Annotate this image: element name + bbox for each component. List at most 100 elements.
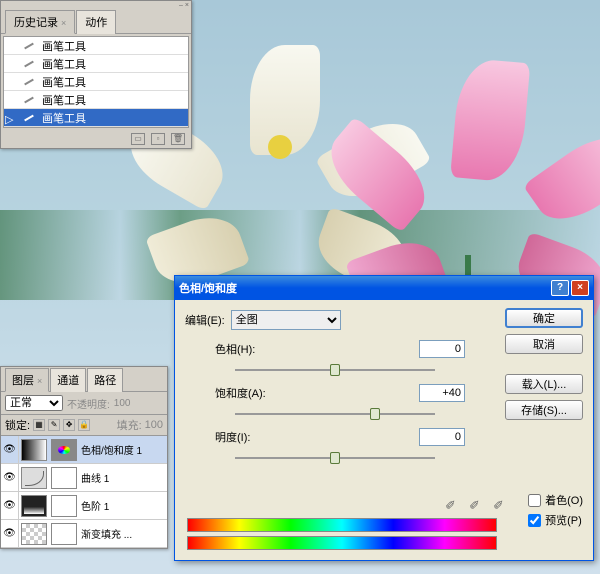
layer-name: 曲线 1 — [79, 470, 109, 485]
lock-brush-icon[interactable]: ✎ — [48, 419, 60, 431]
colorize-label: 着色(O) — [545, 492, 583, 508]
edit-select[interactable]: 全图 — [231, 310, 341, 330]
history-item-label: 画笔工具 — [42, 38, 86, 54]
layers-lock-row: 锁定: ▦ ✎ ✥ 🔒 填充: 100 — [1, 415, 167, 436]
history-item[interactable]: 画笔工具 — [4, 55, 188, 73]
dialog-body: 编辑(E): 全图 色相(H): 饱和度(A): 明度(I): ✏ ✏ ✏ — [175, 300, 593, 560]
visibility-icon[interactable]: 👁 — [1, 520, 19, 547]
hue-label: 色相(H): — [215, 341, 255, 357]
visibility-icon[interactable]: 👁 — [1, 492, 19, 519]
layers-list: 👁 色相/饱和度 1 👁 曲线 1 👁 色阶 1 👁 渐变填充 ... — [1, 436, 167, 548]
lock-all-icon[interactable]: 🔒 — [78, 419, 90, 431]
eyedropper-icon[interactable]: ✏ — [442, 492, 465, 515]
slider-thumb[interactable] — [330, 452, 340, 464]
snapshot-icon[interactable]: ▭ — [131, 133, 145, 145]
brush-icon — [22, 39, 38, 53]
brush-icon — [22, 75, 38, 89]
brush-icon — [22, 93, 38, 107]
history-item[interactable]: 画笔工具 — [4, 73, 188, 91]
brush-icon — [22, 57, 38, 71]
eyedropper-subtract-icon[interactable]: ✏ — [490, 492, 513, 515]
layer-thumb[interactable] — [21, 467, 47, 489]
tab-layers[interactable]: 图层× — [5, 368, 49, 392]
fill-label: 填充: — [117, 417, 142, 433]
layer-row-selected[interactable]: 👁 色相/饱和度 1 — [1, 436, 167, 464]
history-item-selected[interactable]: ▷ 画笔工具 — [4, 109, 188, 127]
saturation-input[interactable] — [419, 384, 465, 402]
history-item-label: 画笔工具 — [42, 56, 86, 72]
lightness-input[interactable] — [419, 428, 465, 446]
layer-thumb[interactable] — [21, 439, 47, 461]
mask-thumb[interactable] — [51, 523, 77, 545]
preview-input[interactable] — [528, 514, 541, 527]
panel-header: – × — [1, 1, 191, 9]
layers-panel: 图层× 通道 路径 正常 不透明度: 100 锁定: ▦ ✎ ✥ 🔒 填充: 1… — [0, 366, 168, 549]
history-marker-icon: ▷ — [5, 113, 15, 123]
layers-options: 正常 不透明度: 100 — [1, 392, 167, 415]
dialog-title: 色相/饱和度 — [179, 280, 237, 296]
help-icon[interactable]: ? — [551, 280, 569, 296]
hue-spectrum-top — [187, 518, 497, 532]
blend-mode-select[interactable]: 正常 — [5, 395, 63, 411]
history-item-label: 画笔工具 — [42, 92, 86, 108]
visibility-icon[interactable]: 👁 — [1, 436, 19, 463]
slider-thumb[interactable] — [330, 364, 340, 376]
eyedropper-add-icon[interactable]: ✏ — [466, 492, 489, 515]
slider-thumb[interactable] — [370, 408, 380, 420]
cancel-button[interactable]: 取消 — [505, 334, 583, 354]
tab-paths[interactable]: 路径 — [87, 368, 123, 392]
tab-close-icon[interactable]: × — [61, 18, 66, 28]
tab-close-icon[interactable]: × — [37, 376, 42, 386]
history-footer: ▭ ▫ 🗑 — [1, 130, 191, 148]
history-item[interactable]: 画笔工具 — [4, 37, 188, 55]
mask-thumb[interactable] — [51, 495, 77, 517]
save-button[interactable]: 存储(S)... — [505, 400, 583, 420]
preview-checkbox[interactable]: 预览(P) — [528, 512, 583, 528]
trash-icon[interactable]: 🗑 — [171, 133, 185, 145]
fill-value[interactable]: 100 — [145, 419, 163, 431]
opacity-value[interactable]: 100 — [114, 398, 131, 409]
minimize-icon[interactable]: – — [179, 2, 183, 9]
dialog-titlebar[interactable]: 色相/饱和度 ? × — [175, 276, 593, 300]
hue-input[interactable] — [419, 340, 465, 358]
close-icon[interactable]: × — [571, 280, 589, 296]
load-button[interactable]: 载入(L)... — [505, 374, 583, 394]
lock-pixels-icon[interactable]: ▦ — [33, 419, 45, 431]
lightness-slider[interactable] — [235, 450, 435, 466]
layer-row[interactable]: 👁 曲线 1 — [1, 464, 167, 492]
layer-name: 渐变填充 ... — [79, 526, 132, 541]
layer-thumb[interactable] — [21, 523, 47, 545]
tab-actions[interactable]: 动作 — [76, 10, 116, 34]
saturation-label: 饱和度(A): — [215, 385, 266, 401]
eyedropper-group: ✏ ✏ ✏ — [445, 495, 509, 511]
layer-thumb[interactable] — [21, 495, 47, 517]
hue-slider[interactable] — [235, 362, 435, 378]
adjustment-thumb[interactable] — [51, 439, 77, 461]
history-item[interactable]: 画笔工具 — [4, 91, 188, 109]
opacity-label: 不透明度: — [67, 396, 110, 411]
colorize-checkbox[interactable]: 着色(O) — [528, 492, 583, 508]
history-panel: – × 历史记录× 动作 画笔工具 画笔工具 画笔工具 画笔工具 ▷ 画笔工具 ▭… — [0, 0, 192, 149]
saturation-slider[interactable] — [235, 406, 435, 422]
colorize-input[interactable] — [528, 494, 541, 507]
mask-thumb[interactable] — [51, 467, 77, 489]
layer-row[interactable]: 👁 渐变填充 ... — [1, 520, 167, 548]
tab-layers-label: 图层 — [12, 375, 34, 387]
lock-move-icon[interactable]: ✥ — [63, 419, 75, 431]
ok-button[interactable]: 确定 — [505, 308, 583, 328]
hue-saturation-dialog: 色相/饱和度 ? × 编辑(E): 全图 色相(H): 饱和度(A): 明度(I… — [174, 275, 594, 561]
tab-channels[interactable]: 通道 — [50, 368, 86, 392]
layer-row[interactable]: 👁 色阶 1 — [1, 492, 167, 520]
new-icon[interactable]: ▫ — [151, 133, 165, 145]
close-icon[interactable]: × — [185, 2, 189, 9]
history-item-label: 画笔工具 — [42, 110, 86, 126]
history-list: 画笔工具 画笔工具 画笔工具 画笔工具 ▷ 画笔工具 — [3, 36, 189, 128]
visibility-icon[interactable]: 👁 — [1, 464, 19, 491]
layer-name: 色相/饱和度 1 — [79, 442, 142, 457]
background-flower-pink — [370, 60, 590, 260]
tab-history[interactable]: 历史记录× — [5, 10, 75, 34]
lightness-label: 明度(I): — [215, 429, 250, 445]
layers-tabs: 图层× 通道 路径 — [1, 367, 167, 392]
history-tabs: 历史记录× 动作 — [1, 9, 191, 34]
dialog-buttons: 确定 取消 载入(L)... 存储(S)... — [505, 308, 583, 420]
